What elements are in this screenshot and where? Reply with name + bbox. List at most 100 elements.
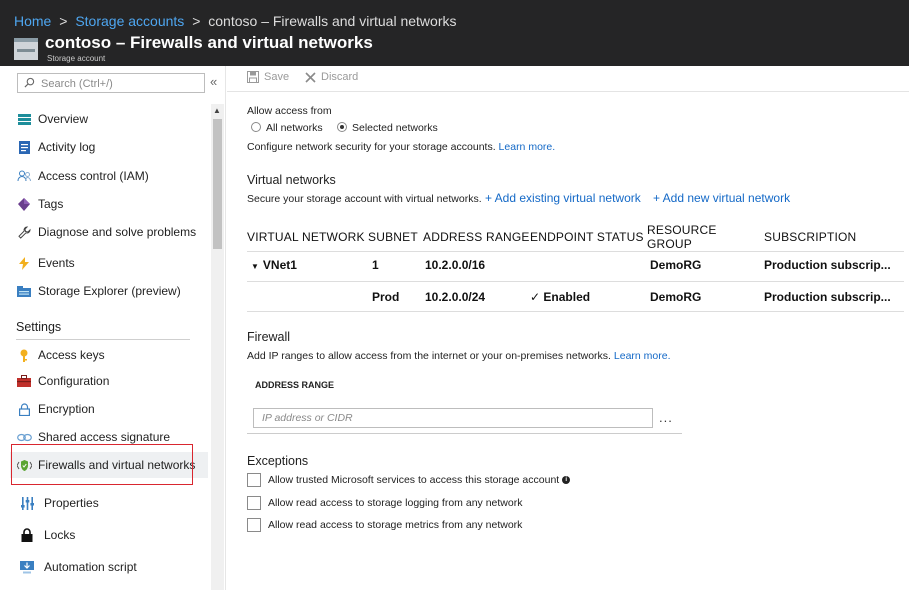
resource-group-cell: DemoRG: [647, 281, 764, 312]
sidebar-item-label: Access keys: [38, 348, 105, 362]
firewall-heading: Firewall: [247, 330, 291, 344]
exception-label: Allow trusted Microsoft services to acce…: [268, 474, 560, 486]
breadcrumb-current: contoso – Firewalls and virtual networks: [208, 13, 457, 29]
toolbox-icon: [17, 375, 31, 387]
ip-address-input[interactable]: [262, 409, 652, 427]
header-bar: Home > Storage accounts > contoso – Fire…: [0, 0, 909, 66]
subnet-cell: Prod: [368, 281, 423, 312]
page-subtitle: Storage account: [47, 54, 106, 63]
sidebar-item-access-keys[interactable]: Access keys: [10, 342, 208, 368]
info-icon[interactable]: i: [562, 476, 571, 484]
sidebar-item-label: Events: [38, 256, 75, 270]
radio-selected-networks-label: Selected networks: [352, 122, 438, 134]
storage-explorer-icon: [17, 286, 31, 297]
selected-item-highlight: [11, 444, 193, 485]
sidebar-scrollbar[interactable]: ▲: [211, 104, 224, 590]
add-existing-vnet-link[interactable]: + Add existing virtual network: [485, 191, 641, 205]
sidebar-item-label: Activity log: [38, 140, 96, 154]
breadcrumb-home[interactable]: Home: [14, 13, 51, 29]
sidebar-item-configuration[interactable]: Configuration: [10, 368, 208, 394]
ip-address-field[interactable]: [253, 408, 653, 428]
caret-down-icon[interactable]: ▼: [251, 262, 259, 271]
sidebar-item-storage-explorer[interactable]: Storage Explorer (preview): [10, 278, 208, 304]
settings-section-label: Settings: [16, 320, 62, 334]
vnet-cell[interactable]: ▼ VNet1: [247, 251, 368, 282]
sidebar-item-label: Storage Explorer (preview): [38, 284, 181, 298]
access-learn-more-link[interactable]: Learn more.: [499, 141, 556, 153]
save-button[interactable]: Save: [247, 71, 289, 83]
address-range-cell: 10.2.0.0/16: [423, 251, 530, 282]
radio-selected-networks-control[interactable]: [337, 122, 347, 132]
lightning-icon: [19, 256, 29, 270]
sidebar-item-activity-log[interactable]: Activity log: [10, 134, 208, 160]
subnet-cell: 1: [368, 251, 423, 282]
sidebar-item-diagnose[interactable]: Diagnose and solve problems: [10, 219, 208, 245]
firewall-divider: [247, 433, 682, 434]
collapse-sidebar-button[interactable]: «: [210, 74, 217, 89]
sidebar-item-label: Shared access signature: [38, 430, 171, 444]
column-header: SUBSCRIPTION: [764, 230, 857, 244]
link-icon: [16, 433, 32, 441]
exception-checkbox[interactable]: [247, 518, 261, 532]
more-options-button[interactable]: ...: [659, 410, 673, 425]
sidebar-item-label: Encryption: [38, 402, 95, 416]
exception-label: Allow read access to storage logging fro…: [268, 497, 523, 509]
sidebar-item-locks[interactable]: Locks: [10, 522, 208, 548]
exceptions-heading: Exceptions: [247, 454, 309, 468]
sidebar-item-label: Diagnose and solve problems: [38, 225, 197, 239]
search-input[interactable]: [41, 76, 201, 91]
exception-trusted-services[interactable]: Allow trusted Microsoft services to acce…: [247, 473, 571, 487]
sidebar-item-label: Access control (IAM): [38, 169, 149, 183]
vnet-table-header: VIRTUAL NETWORK SUBNET ADDRESS RANGE END…: [247, 223, 904, 252]
firewall-learn-more-link[interactable]: Learn more.: [614, 350, 671, 362]
radio-all-networks-control[interactable]: [251, 122, 261, 132]
add-new-vnet-link[interactable]: + Add new virtual network: [653, 191, 790, 205]
exception-checkbox[interactable]: [247, 473, 261, 487]
page-title: contoso – Firewalls and virtual networks: [45, 33, 373, 52]
resource-group-cell: DemoRG: [647, 251, 764, 282]
sidebar-item-tags[interactable]: Tags: [10, 191, 208, 217]
sidebar-item-access-control[interactable]: Access control (IAM): [10, 163, 208, 189]
column-header: RESOURCE GROUP: [647, 223, 717, 251]
sidebar-item-automation-script[interactable]: Automation script: [10, 554, 208, 580]
tag-icon: [18, 197, 30, 211]
exception-storage-logging[interactable]: Allow read access to storage logging fro…: [247, 496, 522, 510]
discard-button[interactable]: Discard: [305, 71, 358, 83]
table-row[interactable]: ▼ VNet1 1 10.2.0.0/16 DemoRG Production s…: [247, 251, 904, 282]
radio-all-networks[interactable]: All networks: [251, 122, 323, 134]
lock-outline-icon: [18, 402, 30, 416]
sidebar-item-events[interactable]: Events: [10, 250, 208, 276]
sidebar-item-properties[interactable]: Properties: [10, 490, 208, 516]
subscription-cell: Production subscrip...: [764, 251, 904, 282]
sidebar-item-encryption[interactable]: Encryption: [10, 396, 208, 422]
check-icon: ✓: [530, 289, 544, 304]
breadcrumb-storage-accounts[interactable]: Storage accounts: [75, 13, 184, 29]
address-range-label: ADDRESS RANGE: [255, 380, 335, 390]
column-header: VIRTUAL NETWORK: [247, 230, 365, 244]
overview-icon: [17, 113, 31, 125]
table-row[interactable]: Prod 10.2.0.0/24 ✓ Enabled DemoRG Produc…: [247, 281, 904, 312]
scrollbar-thumb[interactable]: [213, 119, 222, 249]
people-icon: [17, 170, 31, 182]
section-divider: [16, 339, 190, 340]
scroll-up-icon[interactable]: ▲: [213, 106, 221, 115]
search-icon: [24, 77, 35, 88]
firewall-description-text: Add IP ranges to allow access from the i…: [247, 350, 611, 362]
discard-label: Discard: [321, 71, 359, 83]
endpoint-status-cell: ✓ Enabled: [530, 281, 647, 312]
sidebar-item-overview[interactable]: Overview: [10, 106, 208, 132]
sidebar-search: [17, 73, 205, 93]
storage-account-icon: [14, 38, 38, 60]
toolbar: Save Discard: [227, 66, 909, 92]
exception-checkbox[interactable]: [247, 496, 261, 510]
column-header: ENDPOINT STATUS: [530, 230, 644, 244]
vnet-name: VNet1: [262, 258, 297, 272]
sidebar-item-label: Automation script: [44, 560, 137, 574]
exception-storage-metrics[interactable]: Allow read access to storage metrics fro…: [247, 518, 522, 532]
wrench-icon: [17, 225, 31, 239]
save-label: Save: [264, 71, 290, 83]
radio-selected-networks[interactable]: Selected networks: [337, 122, 438, 134]
key-icon: [20, 349, 28, 362]
download-icon: [20, 560, 34, 573]
sidebar-item-label: Properties: [44, 496, 99, 510]
